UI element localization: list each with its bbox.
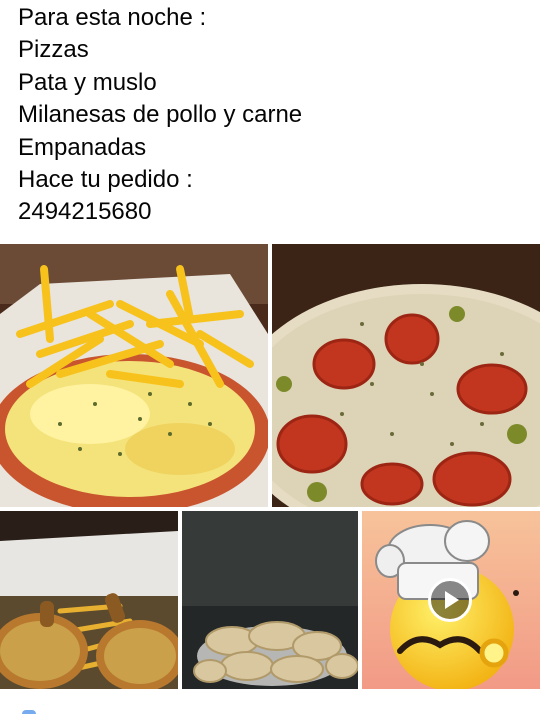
- post-line-phone: 2494215680: [18, 198, 152, 226]
- post-line-heading: Para esta noche :: [18, 4, 207, 31]
- play-triangle: [445, 591, 459, 609]
- photo-roast-chicken[interactable]: [0, 511, 178, 689]
- photo-empanadas[interactable]: [182, 511, 358, 689]
- post-line-pizzas: Pizzas: [18, 36, 89, 64]
- post-line-milanesas: Milanesas de pollo y carne: [18, 101, 303, 129]
- photo-pizza[interactable]: [272, 244, 540, 507]
- play-icon[interactable]: [428, 578, 472, 622]
- bottom-avatar-edge: [22, 710, 36, 714]
- post-text: Para esta noche : Pizzas Pata y muslo Mi…: [18, 2, 528, 229]
- post-line-pedido: Hace tu pedido :: [18, 166, 193, 194]
- post-line-empanadas: Empanadas: [18, 133, 147, 161]
- post-line-pata-muslo: Pata y muslo: [18, 68, 157, 96]
- photo-milanesa-fries[interactable]: [0, 244, 268, 507]
